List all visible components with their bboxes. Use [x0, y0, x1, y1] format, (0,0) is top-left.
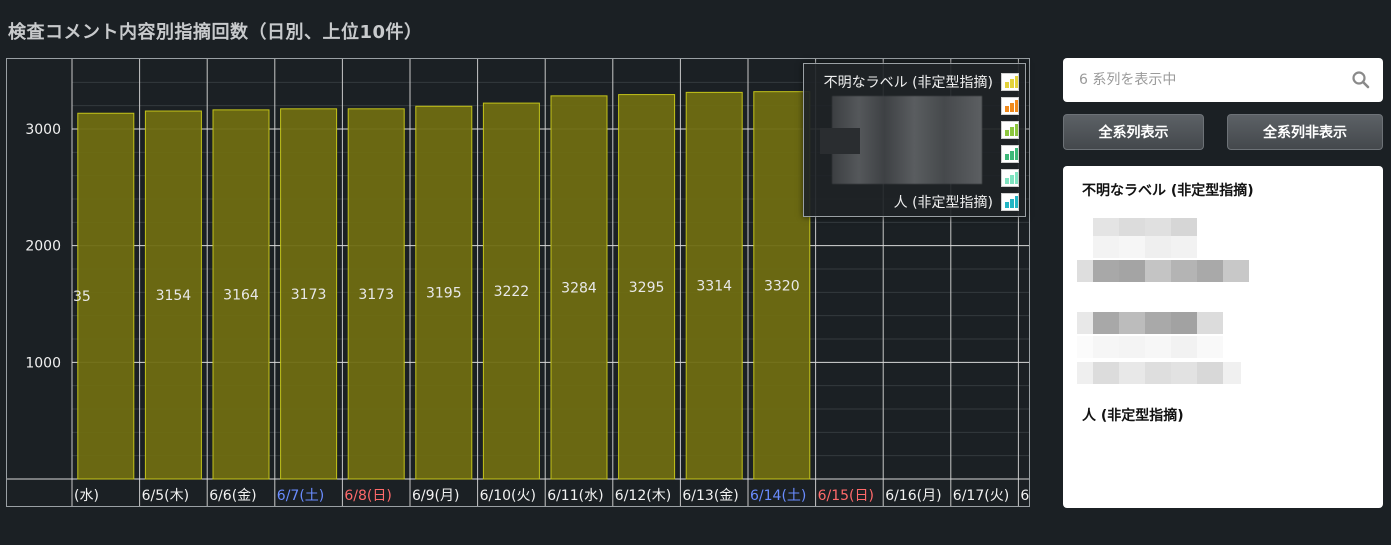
bar-chart-icon-teal — [1001, 193, 1019, 211]
bar-value-label: 3222 — [494, 284, 530, 300]
bar-chart-icon-orange — [1001, 97, 1019, 115]
series-search-input[interactable] — [1063, 58, 1343, 102]
bar-value-label: 3173 — [358, 287, 394, 303]
x-tick-label: 6/18( — [1020, 488, 1030, 504]
search-icon[interactable] — [1351, 70, 1371, 90]
legend-item-person[interactable]: 人 (非定型指摘) — [894, 191, 1019, 213]
bar-value-label: 3154 — [156, 288, 192, 304]
redacted-series-item — [1077, 312, 1223, 334]
redacted-series-item — [1093, 236, 1197, 258]
bar-value-label: 3164 — [223, 287, 259, 303]
x-tick-label: 6/12(木) — [615, 488, 671, 504]
redacted-legend-fragment — [820, 128, 860, 154]
x-tick-label: 6/15(日) — [818, 488, 874, 504]
bar-value-label: 3295 — [629, 280, 665, 296]
show-all-series-button[interactable]: 全系列表示 — [1063, 114, 1204, 150]
x-tick-label: (水) — [74, 488, 99, 504]
legend-item-4[interactable] — [1001, 143, 1019, 165]
x-tick-label: 6/11(水) — [547, 488, 603, 504]
bar-value-label: 35 — [73, 289, 91, 305]
bar-value-label: 3173 — [291, 287, 327, 303]
bar-value-label: 3284 — [561, 280, 597, 296]
series-item-unknown-label[interactable]: 不明なラベル (非定型指摘) — [1082, 180, 1254, 200]
x-tick-label: 6/14(土) — [750, 488, 806, 504]
legend-item-5[interactable] — [1001, 167, 1019, 189]
bar-value-label: 3314 — [696, 279, 732, 295]
y-tick-label: 1000 — [25, 355, 61, 371]
bar-chart-icon-lime — [1001, 121, 1019, 139]
page-title: 検査コメント内容別指摘回数（日別、上位10件） — [8, 22, 423, 43]
hide-all-series-button[interactable]: 全系列非表示 — [1227, 114, 1383, 150]
x-tick-label: 6/8(日) — [344, 488, 391, 504]
x-tick-label: 6/10(火) — [480, 488, 536, 504]
bar-value-label: 3195 — [426, 286, 462, 302]
series-item-person[interactable]: 人 (非定型指摘) — [1082, 405, 1184, 425]
bar-chart-icon-green — [1001, 145, 1019, 163]
legend-item-3[interactable] — [1001, 119, 1019, 141]
x-tick-label: 6/7(土) — [277, 488, 324, 504]
x-tick-label: 6/5(木) — [142, 488, 189, 504]
legend-label: 人 (非定型指摘) — [893, 195, 993, 211]
legend-item-2[interactable] — [1001, 95, 1019, 117]
x-tick-label: 6/9(月) — [412, 488, 459, 504]
redacted-series-item — [1077, 362, 1241, 384]
x-tick-label: 6/16(月) — [885, 488, 941, 504]
redacted-series-item — [1077, 260, 1249, 282]
redacted-series-item — [1077, 336, 1223, 358]
x-tick-label: 6/17(火) — [953, 488, 1009, 504]
bar-chart-icon-yellow — [1001, 73, 1019, 91]
bar-chart-icon-mint — [1001, 169, 1019, 187]
x-tick-label: 6/13(金) — [682, 488, 738, 504]
y-tick-label: 2000 — [25, 239, 61, 255]
series-search — [1063, 58, 1383, 102]
x-tick-label: 6/6(金) — [209, 488, 256, 504]
bar-value-label: 3320 — [764, 278, 800, 294]
y-tick-label: 3000 — [25, 122, 61, 138]
legend-item-unknown-label[interactable]: 不明なラベル (非定型指摘) — [824, 71, 1019, 93]
series-list-panel: 不明なラベル (非定型指摘) 人 (非定型指摘) — [1063, 166, 1383, 508]
legend-label: 不明なラベル (非定型指摘) — [823, 75, 993, 91]
